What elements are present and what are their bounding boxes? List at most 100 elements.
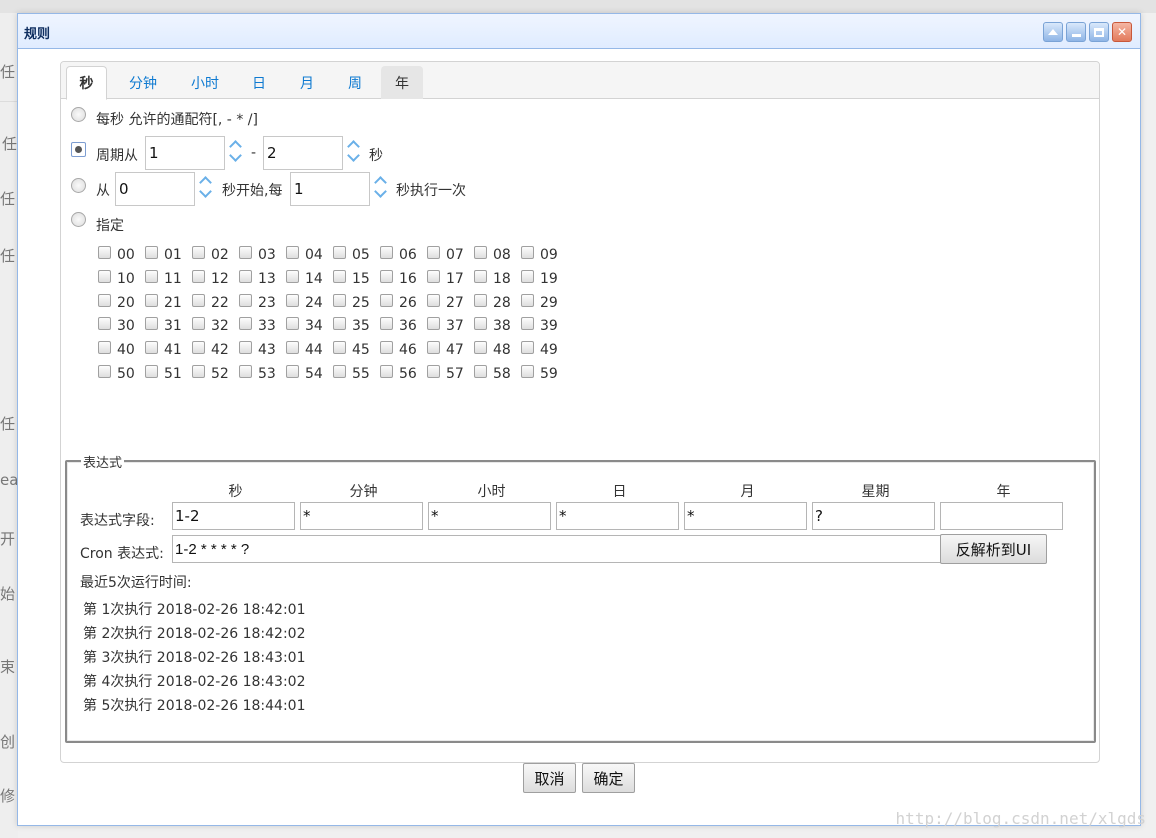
second-checkbox[interactable]: [474, 341, 487, 355]
second-checkbox[interactable]: [474, 317, 487, 331]
second-checkbox[interactable]: [427, 317, 440, 331]
second-checkbox[interactable]: [192, 341, 205, 355]
start-middle-label: 秒开始,每: [222, 183, 283, 199]
start-value-input[interactable]: [115, 172, 195, 206]
expression-fields-label: 表达式字段:: [80, 513, 155, 529]
field-minute-input[interactable]: [300, 502, 423, 530]
second-checkbox[interactable]: [286, 269, 299, 283]
radio-cycle[interactable]: [71, 142, 86, 157]
parse-to-ui-button[interactable]: 反解析到UI: [940, 534, 1047, 564]
second-checkbox[interactable]: [380, 341, 393, 355]
second-checkbox[interactable]: [192, 246, 205, 259]
field-day-input[interactable]: [556, 502, 679, 530]
tab-day[interactable]: 日: [241, 66, 277, 99]
second-checkbox[interactable]: [333, 246, 346, 259]
second-checkbox-label: 54: [305, 366, 323, 382]
second-checkbox[interactable]: [98, 269, 111, 283]
second-checkbox[interactable]: [521, 246, 534, 259]
second-checkbox[interactable]: [286, 293, 299, 307]
close-button[interactable]: ✕: [1112, 22, 1132, 42]
second-checkbox[interactable]: [474, 293, 487, 307]
start-step-spinner[interactable]: [372, 172, 392, 206]
radio-every-second[interactable]: [71, 107, 86, 122]
cycle-from-input[interactable]: [145, 136, 225, 170]
second-checkbox[interactable]: [98, 341, 111, 355]
second-checkbox[interactable]: [192, 293, 205, 307]
tab-month[interactable]: 月: [289, 66, 325, 99]
field-weekday-input[interactable]: [812, 502, 935, 530]
second-checkbox[interactable]: [145, 269, 158, 283]
second-checkbox[interactable]: [333, 269, 346, 283]
cycle-to-input[interactable]: [263, 136, 343, 170]
second-checkbox[interactable]: [427, 293, 440, 307]
second-checkbox[interactable]: [286, 317, 299, 331]
second-checkbox[interactable]: [286, 341, 299, 355]
second-checkbox[interactable]: [145, 246, 158, 259]
cycle-from-spinner[interactable]: [227, 136, 247, 170]
start-value-spinner[interactable]: [197, 172, 217, 206]
second-checkbox[interactable]: [98, 246, 111, 259]
collapse-button[interactable]: [1043, 22, 1063, 42]
second-checkbox[interactable]: [239, 293, 252, 307]
second-checkbox[interactable]: [286, 246, 299, 259]
radio-start-from[interactable]: [71, 178, 86, 193]
second-checkbox[interactable]: [192, 317, 205, 331]
second-checkbox[interactable]: [380, 317, 393, 331]
second-checkbox[interactable]: [521, 269, 534, 283]
second-checkbox[interactable]: [286, 365, 299, 378]
second-checkbox[interactable]: [521, 293, 534, 307]
second-checkbox[interactable]: [239, 269, 252, 283]
second-checkbox[interactable]: [474, 246, 487, 259]
second-checkbox[interactable]: [145, 365, 158, 378]
cancel-button[interactable]: 取消: [523, 763, 576, 793]
second-checkbox[interactable]: [192, 365, 205, 378]
maximize-button[interactable]: [1089, 22, 1109, 42]
second-checkbox-label: 20: [117, 294, 135, 311]
second-checkbox[interactable]: [427, 341, 440, 355]
second-checkbox[interactable]: [98, 365, 111, 378]
minimize-button[interactable]: [1066, 22, 1086, 42]
ok-button[interactable]: 确定: [582, 763, 635, 793]
cycle-to-spinner[interactable]: [345, 136, 365, 170]
second-checkbox[interactable]: [427, 246, 440, 259]
second-checkbox[interactable]: [145, 341, 158, 355]
field-month-input[interactable]: [684, 502, 807, 530]
second-checkbox[interactable]: [474, 269, 487, 283]
second-checkbox[interactable]: [521, 365, 534, 378]
second-checkbox[interactable]: [521, 317, 534, 331]
second-checkbox[interactable]: [239, 365, 252, 378]
second-checkbox[interactable]: [380, 293, 393, 307]
second-checkbox[interactable]: [239, 317, 252, 331]
second-checkbox[interactable]: [474, 365, 487, 378]
cron-expression-input[interactable]: [172, 535, 941, 563]
tab-year[interactable]: 年: [381, 66, 423, 99]
second-checkbox[interactable]: [521, 341, 534, 355]
field-hour-input[interactable]: [428, 502, 551, 530]
second-checkbox[interactable]: [333, 341, 346, 355]
second-checkbox[interactable]: [145, 317, 158, 331]
second-checkbox[interactable]: [145, 293, 158, 307]
second-checkbox[interactable]: [380, 246, 393, 259]
second-checkbox[interactable]: [239, 246, 252, 259]
second-checkbox[interactable]: [380, 269, 393, 283]
tab-week[interactable]: 周: [337, 66, 373, 99]
tab-minute[interactable]: 分钟: [117, 66, 169, 99]
second-checkbox[interactable]: [380, 365, 393, 378]
second-checkbox[interactable]: [333, 317, 346, 331]
second-checkbox[interactable]: [98, 293, 111, 307]
tab-hour[interactable]: 小时: [179, 66, 231, 99]
tab-second[interactable]: 秒: [66, 66, 107, 100]
second-checkbox[interactable]: [427, 365, 440, 378]
second-checkbox-label: 15: [352, 270, 370, 287]
radio-specify[interactable]: [71, 212, 86, 227]
second-checkbox[interactable]: [239, 341, 252, 355]
dialog-header[interactable]: 规则 ✕: [18, 14, 1140, 48]
second-checkbox[interactable]: [98, 317, 111, 331]
second-checkbox[interactable]: [192, 269, 205, 283]
field-second-input[interactable]: [172, 502, 295, 530]
start-step-input[interactable]: [290, 172, 370, 206]
field-year-input[interactable]: [940, 502, 1063, 530]
second-checkbox[interactable]: [333, 293, 346, 307]
second-checkbox[interactable]: [427, 269, 440, 283]
second-checkbox[interactable]: [333, 365, 346, 378]
